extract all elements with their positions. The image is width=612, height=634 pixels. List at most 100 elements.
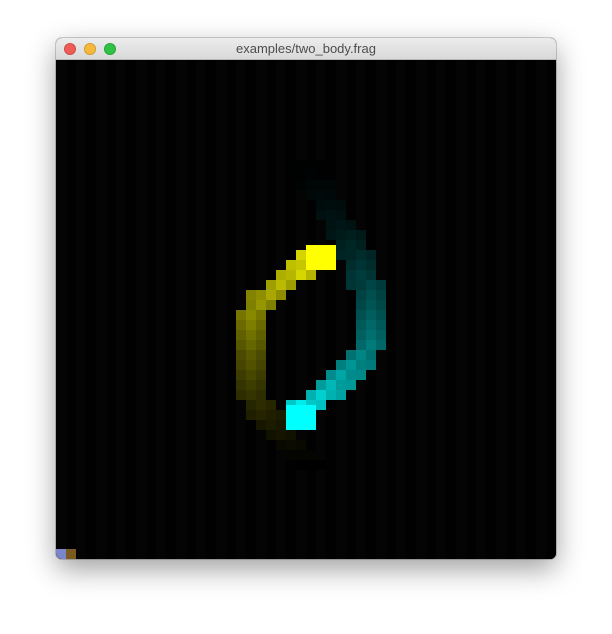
background-band <box>336 60 346 559</box>
body-b-trail-block <box>306 160 316 170</box>
background-band <box>176 60 186 559</box>
background-band <box>236 60 246 559</box>
body-a-trail-block <box>256 350 266 360</box>
body-b-trail-block <box>296 180 306 190</box>
body-b-trail-block <box>356 350 366 360</box>
body-b-trail-block <box>366 350 376 360</box>
body-b-trail-block <box>336 220 346 230</box>
body-b-trail-block <box>346 230 356 240</box>
body-b-trail-block <box>376 310 386 320</box>
body-a-trail-block <box>246 290 256 300</box>
body-a-trail-block <box>276 440 286 450</box>
body-b-trail-block <box>346 360 356 370</box>
body-b-trail-block <box>336 200 346 210</box>
body-a-trail-block <box>266 280 276 290</box>
body-a-trail-block <box>246 410 256 420</box>
body-a-trail-block <box>256 300 266 310</box>
body-a-trail-block <box>236 370 246 380</box>
background-band <box>96 60 106 559</box>
body-b-trail-block <box>316 380 326 390</box>
background-band <box>146 60 156 559</box>
body-a-trail-block <box>236 350 246 360</box>
background-band <box>506 60 516 559</box>
body-b-trail-block <box>316 170 326 180</box>
background-band <box>156 60 166 559</box>
background-band <box>226 60 236 559</box>
body-a-trail-block <box>266 300 276 310</box>
body-b-trail-block <box>346 270 356 280</box>
shader-canvas[interactable] <box>56 60 556 559</box>
body-b-trail-block <box>296 170 306 180</box>
background-band <box>206 60 216 559</box>
body-b-trail-block <box>356 330 366 340</box>
body-a-trail-block <box>266 420 276 430</box>
background-band <box>56 60 66 559</box>
body-a-head <box>306 245 336 270</box>
background-band <box>426 60 436 559</box>
body-b-trail-block <box>336 390 346 400</box>
background-band <box>526 60 536 559</box>
body-b-trail-block <box>316 400 326 410</box>
body-b-trail-block <box>366 250 376 260</box>
background-band <box>386 60 396 559</box>
body-a-trail-block <box>246 310 256 320</box>
body-b-trail-block <box>336 230 346 240</box>
body-b-trail-block <box>356 340 366 350</box>
body-a-trail-block <box>276 430 286 440</box>
title-bar[interactable]: examples/two_body.frag <box>56 38 556 60</box>
body-b-trail-block <box>346 260 356 270</box>
body-b-trail-block <box>366 310 376 320</box>
background-band <box>166 60 176 559</box>
body-b-trail-block <box>376 300 386 310</box>
body-b-trail-block <box>346 370 356 380</box>
background-band <box>396 60 406 559</box>
body-a-trail-block <box>256 390 266 400</box>
body-b-trail-block <box>356 270 366 280</box>
body-b-trail-block <box>366 340 376 350</box>
body-b-trail-block <box>306 390 316 400</box>
body-a-trail-block <box>256 380 266 390</box>
background-band <box>136 60 146 559</box>
body-b-trail-block <box>376 340 386 350</box>
body-b-trail-block <box>336 240 346 250</box>
body-a-trail-block <box>286 430 296 440</box>
body-b-trail-block <box>336 210 346 220</box>
body-b-trail-block <box>346 240 356 250</box>
body-a-trail-block <box>266 290 276 300</box>
body-a-trail-block <box>236 330 246 340</box>
body-a-trail-block <box>306 270 316 280</box>
body-b-trail-block <box>356 230 366 240</box>
background-band <box>456 60 466 559</box>
body-a-trail-block <box>256 420 266 430</box>
body-b-trail-block <box>326 370 336 380</box>
corner-swatch <box>56 549 66 559</box>
body-a-trail-block <box>286 280 296 290</box>
body-a-trail-block <box>236 340 246 350</box>
body-b-trail-block <box>296 160 306 170</box>
body-b-trail-block <box>366 280 376 290</box>
body-a-trail-block <box>246 300 256 310</box>
background-band <box>306 60 316 559</box>
background-band <box>466 60 476 559</box>
background-band <box>406 60 416 559</box>
body-a-trail-block <box>296 440 306 450</box>
body-a-trail-block <box>266 430 276 440</box>
window-title: examples/two_body.frag <box>236 41 376 56</box>
app-window: examples/two_body.frag <box>56 38 556 559</box>
body-a-trail-block <box>276 290 286 300</box>
background-band <box>516 60 526 559</box>
body-b-trail-block <box>356 300 366 310</box>
body-a-trail-block <box>256 370 266 380</box>
background-band <box>496 60 506 559</box>
body-b-trail-block <box>346 250 356 260</box>
body-b-trail-block <box>346 380 356 390</box>
body-b-trail-block <box>376 330 386 340</box>
body-b-trail-block <box>316 160 326 170</box>
body-a-trail-block <box>296 260 306 270</box>
body-a-trail-block <box>286 270 296 280</box>
background-band <box>296 60 306 559</box>
body-b-trail-block <box>326 190 336 200</box>
body-b-trail-block <box>356 260 366 270</box>
body-b-trail-block <box>336 370 346 380</box>
background-band <box>116 60 126 559</box>
